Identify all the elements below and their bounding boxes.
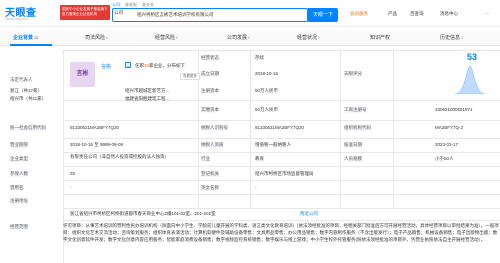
legal-rep-label: 法定代表人 [10, 77, 33, 82]
registered-capital-value: 50万人民币 [255, 88, 279, 93]
grid-line [63, 166, 500, 167]
grid-line [393, 50, 394, 208]
score-trend-chart [455, 65, 485, 94]
tab-company-background[interactable]: 企业背景28 [13, 34, 38, 41]
registration-authority-value: 绍兴市柯桥区市场监督管理局 [255, 171, 314, 176]
approval-date-label: 核准日期 [344, 142, 362, 148]
registered-capital-label: 注册资本 [201, 88, 219, 94]
tenure-info: 任职33家企业，分布如下 [135, 63, 186, 68]
taxpayer-type-label: 纳税人资质 [201, 142, 224, 148]
nearby-companies-link[interactable]: 附近公司 [300, 211, 318, 217]
message-center-link[interactable]: 消息中心 [440, 11, 458, 17]
search-type-dropdown[interactable]: 公司 [114, 10, 123, 16]
region-shaoxing[interactable]: 绍兴市（共11家） [10, 96, 46, 102]
active-tab-indicator [10, 44, 52, 46]
more-menu-icon[interactable]: ··· [485, 11, 490, 16]
avatar[interactable]: 言彬 [70, 62, 95, 87]
insured-count-value: 25 [70, 171, 76, 176]
business-scope-value: 许可项目：从事艺术培训的营利性民办培训机构（除面向中小学生、学龄前儿童开展的学科… [63, 223, 499, 242]
status-label: 经营状态 [201, 55, 219, 61]
section-tabs: 企业背景28 司法风险0 经营风险0 公司发展0 经营状况0 知识产权 历史信息… [0, 30, 500, 46]
reg-no-value: 330621000551971 [435, 107, 473, 112]
paid-capital-value: 50万人民币 [255, 107, 279, 112]
tab-legal-risk[interactable]: 司法风险0 [85, 34, 108, 41]
industry-value: 教育 [255, 156, 264, 161]
related-company-1[interactable]: 绍兴市越城区新艺方... [125, 88, 169, 94]
address-label: 注册地址 [10, 198, 28, 204]
tab-business-status[interactable]: 经营状况0 [297, 34, 320, 41]
grid-line [63, 180, 500, 181]
legal-rep-name[interactable]: 言彬 [101, 63, 111, 70]
founded-label: 成立日期 [201, 71, 219, 77]
registration-authority-label: 登记机关 [201, 171, 219, 177]
credit-code-label: 统一社会信用代码 [10, 125, 46, 131]
staff-size-label: 人员规模 [344, 156, 362, 162]
former-name-label: 曾用名 [10, 185, 24, 191]
english-name-label: 英文名称 [201, 185, 219, 191]
org-code-label: 组织机构代码 [344, 125, 371, 131]
grid-line [63, 194, 500, 195]
former-name-value: - [70, 185, 72, 190]
related-company-2[interactable]: 福建省阳胜建筑工程... [125, 96, 169, 102]
status-value: 存续 [255, 55, 264, 60]
tab-history[interactable]: 历史信息1 [440, 34, 463, 41]
founded-value: 2018-10-16 [255, 71, 279, 76]
grid-line [250, 50, 251, 208]
address-value: 浙江省绍兴市柯桥区柯桥街道都市春天商业中心2幢101-02室、201-202室 [70, 211, 216, 216]
product-link[interactable]: 产品 [388, 11, 397, 17]
region-zhejiang[interactable]: 浙江（共17家） [10, 88, 42, 94]
english-name-value: - [255, 185, 257, 190]
taxpayer-type-value: 增值税一般纳税人 [255, 142, 291, 147]
grid-line [63, 208, 500, 209]
view-more-button[interactable]: 查看更多 [180, 73, 200, 80]
score-title: 天眼评分 [344, 71, 362, 77]
taxpayer-id-value: 91330621MA2BFY7Q20 [255, 125, 305, 130]
top-header: 天眼查 TianYanCha.com 国家中小企业发展子基金旗下 官方备案企业征… [0, 0, 500, 27]
person-badge: 人 [125, 62, 131, 68]
certification-banner: 国家中小企业发展子基金旗下 官方备案企业征信机构 [60, 5, 110, 20]
grid-line [63, 138, 500, 139]
industry-label: 行业 [201, 156, 210, 162]
credit-code-value: 91330621MA2BFY7Q20 [70, 125, 120, 130]
company-type-value: 有限责任公司（非自然人投资或控股的法人独资） [70, 154, 169, 159]
grid-line [340, 50, 341, 208]
company-type-label: 企业类型 [10, 156, 28, 162]
grid-line [63, 220, 500, 221]
tab-intellectual-property[interactable]: 知识产权 [370, 34, 391, 41]
business-scope-label: 经营范围 [10, 224, 28, 230]
tab-business-risk[interactable]: 经营风险0 [155, 34, 178, 41]
reg-no-label: 工商注册号 [344, 107, 367, 113]
tab-company-development[interactable]: 公司发展0 [227, 34, 250, 41]
business-period-label: 营业期限 [10, 142, 28, 148]
grid-line [63, 120, 500, 121]
business-period-value: 2018-10-16 至 9999-09-09 [70, 142, 124, 147]
baiqian-link[interactable]: 百查询 [410, 11, 424, 17]
staff-size-value: 小于50人 [435, 156, 454, 161]
score-value[interactable]: 53 [467, 52, 477, 62]
insured-count-label: 参保人数 [10, 171, 28, 177]
approval-date-value: 2023-03-17 [435, 142, 459, 147]
site-logo-subtitle: TianYanCha.com [5, 17, 28, 21]
org-code-value: MA2BFY7Q-2 [435, 125, 464, 130]
taxpayer-id-label: 纳税人识别号 [201, 125, 228, 131]
grid-line [63, 152, 500, 153]
paid-capital-label: 实缴资本 [201, 107, 219, 113]
grid-line [63, 50, 500, 51]
search-button[interactable]: 天眼一下 [308, 8, 338, 22]
member-service-link[interactable]: 会员服务 [350, 11, 368, 17]
banner-line2: 官方备案企业征信机构 [62, 12, 97, 16]
search-input[interactable]: 绍兴柯桥区言彬艺术培训学校有限公司 [112, 8, 308, 22]
